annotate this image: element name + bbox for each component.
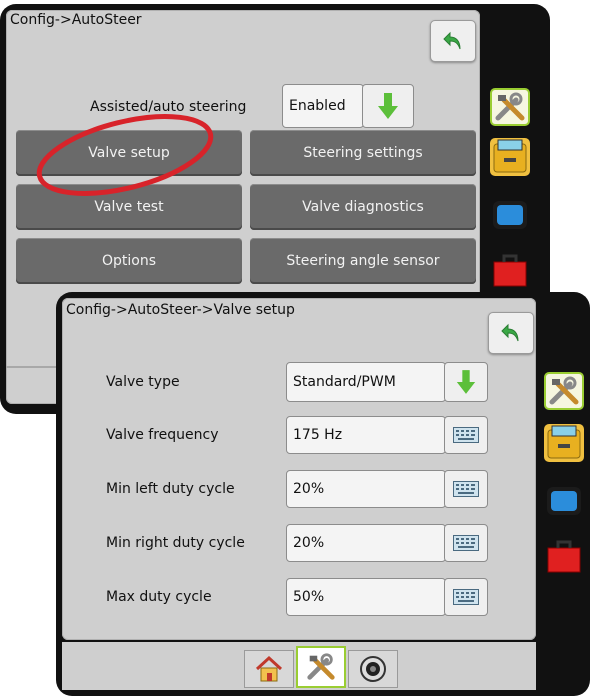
- tools-icon: [495, 92, 525, 121]
- steering-angle-sensor-button[interactable]: Steering angle sensor: [250, 238, 476, 284]
- keyboard-icon: [453, 535, 479, 551]
- down-arrow-icon: [456, 370, 476, 394]
- sidebar-display[interactable]: [490, 196, 530, 234]
- valve-type-dropdown[interactable]: [444, 362, 488, 402]
- assisted-steering-dropdown[interactable]: [362, 84, 414, 128]
- back-arrow-icon: [501, 323, 519, 342]
- sidebar-console[interactable]: [490, 138, 530, 176]
- toolbox-icon: [547, 540, 581, 573]
- valve-frequency-label: Valve frequency: [106, 427, 219, 443]
- back-arrow-icon: [443, 31, 461, 50]
- tools-icon: [549, 376, 579, 405]
- min-left-duty-cycle-keyboard-button[interactable]: [444, 470, 488, 508]
- keyboard-icon: [453, 481, 479, 497]
- down-arrow-icon: [378, 93, 398, 119]
- max-duty-cycle-label: Max duty cycle: [106, 589, 212, 605]
- valve-setup-panel: Config->AutoSteer->Valve setup Valve typ…: [62, 298, 536, 640]
- assisted-steering-value[interactable]: Enabled: [282, 84, 364, 128]
- valve-type-label: Valve type: [106, 374, 180, 390]
- valve-frequency-keyboard-button[interactable]: [444, 416, 488, 454]
- sidebar-console[interactable]: [544, 424, 584, 462]
- steering-settings-button[interactable]: Steering settings: [250, 130, 476, 176]
- assisted-steering-label: Assisted/auto steering: [90, 99, 247, 115]
- min-right-duty-cycle-value[interactable]: 20%: [286, 524, 446, 562]
- sidebar-display[interactable]: [544, 482, 584, 520]
- valve-setup-screen: Config->AutoSteer->Valve setup Valve typ…: [56, 292, 590, 696]
- max-duty-cycle-keyboard-button[interactable]: [444, 578, 488, 616]
- keyboard-icon: [453, 589, 479, 605]
- valve-setup-button[interactable]: Valve setup: [16, 130, 242, 176]
- toolbox-icon: [493, 254, 527, 287]
- breadcrumb: Config->AutoSteer: [10, 12, 142, 28]
- min-right-duty-cycle-keyboard-button[interactable]: [444, 524, 488, 562]
- nav-camera[interactable]: [348, 650, 398, 688]
- sidebar-tools[interactable]: [490, 88, 530, 126]
- console-icon: [547, 425, 581, 459]
- max-duty-cycle-value[interactable]: 50%: [286, 578, 446, 616]
- min-left-duty-cycle-label: Min left duty cycle: [106, 481, 235, 497]
- display-icon: [547, 487, 581, 515]
- valve-type-value[interactable]: Standard/PWM: [286, 362, 446, 402]
- sidebar-toolbox[interactable]: [544, 536, 584, 574]
- sidebar-toolbox[interactable]: [490, 250, 530, 288]
- min-right-duty-cycle-label: Min right duty cycle: [106, 535, 245, 551]
- valve-frequency-value[interactable]: 175 Hz: [286, 416, 446, 454]
- back-button[interactable]: [430, 20, 476, 62]
- tools-icon: [307, 653, 335, 680]
- home-icon: [255, 655, 283, 682]
- display-icon: [493, 201, 527, 229]
- keyboard-icon: [453, 427, 479, 443]
- min-left-duty-cycle-value[interactable]: 20%: [286, 470, 446, 508]
- valve-diagnostics-button[interactable]: Valve diagnostics: [250, 184, 476, 230]
- breadcrumb: Config->AutoSteer->Valve setup: [66, 302, 295, 318]
- console-icon: [493, 139, 527, 173]
- valve-test-button[interactable]: Valve test: [16, 184, 242, 230]
- options-button[interactable]: Options: [16, 238, 242, 284]
- nav-home[interactable]: [244, 650, 294, 688]
- sidebar-tools[interactable]: [544, 372, 584, 410]
- nav-tools[interactable]: [296, 646, 346, 688]
- bottom-nav-bar: [62, 642, 536, 690]
- camera-icon: [360, 656, 386, 682]
- back-button[interactable]: [488, 312, 534, 354]
